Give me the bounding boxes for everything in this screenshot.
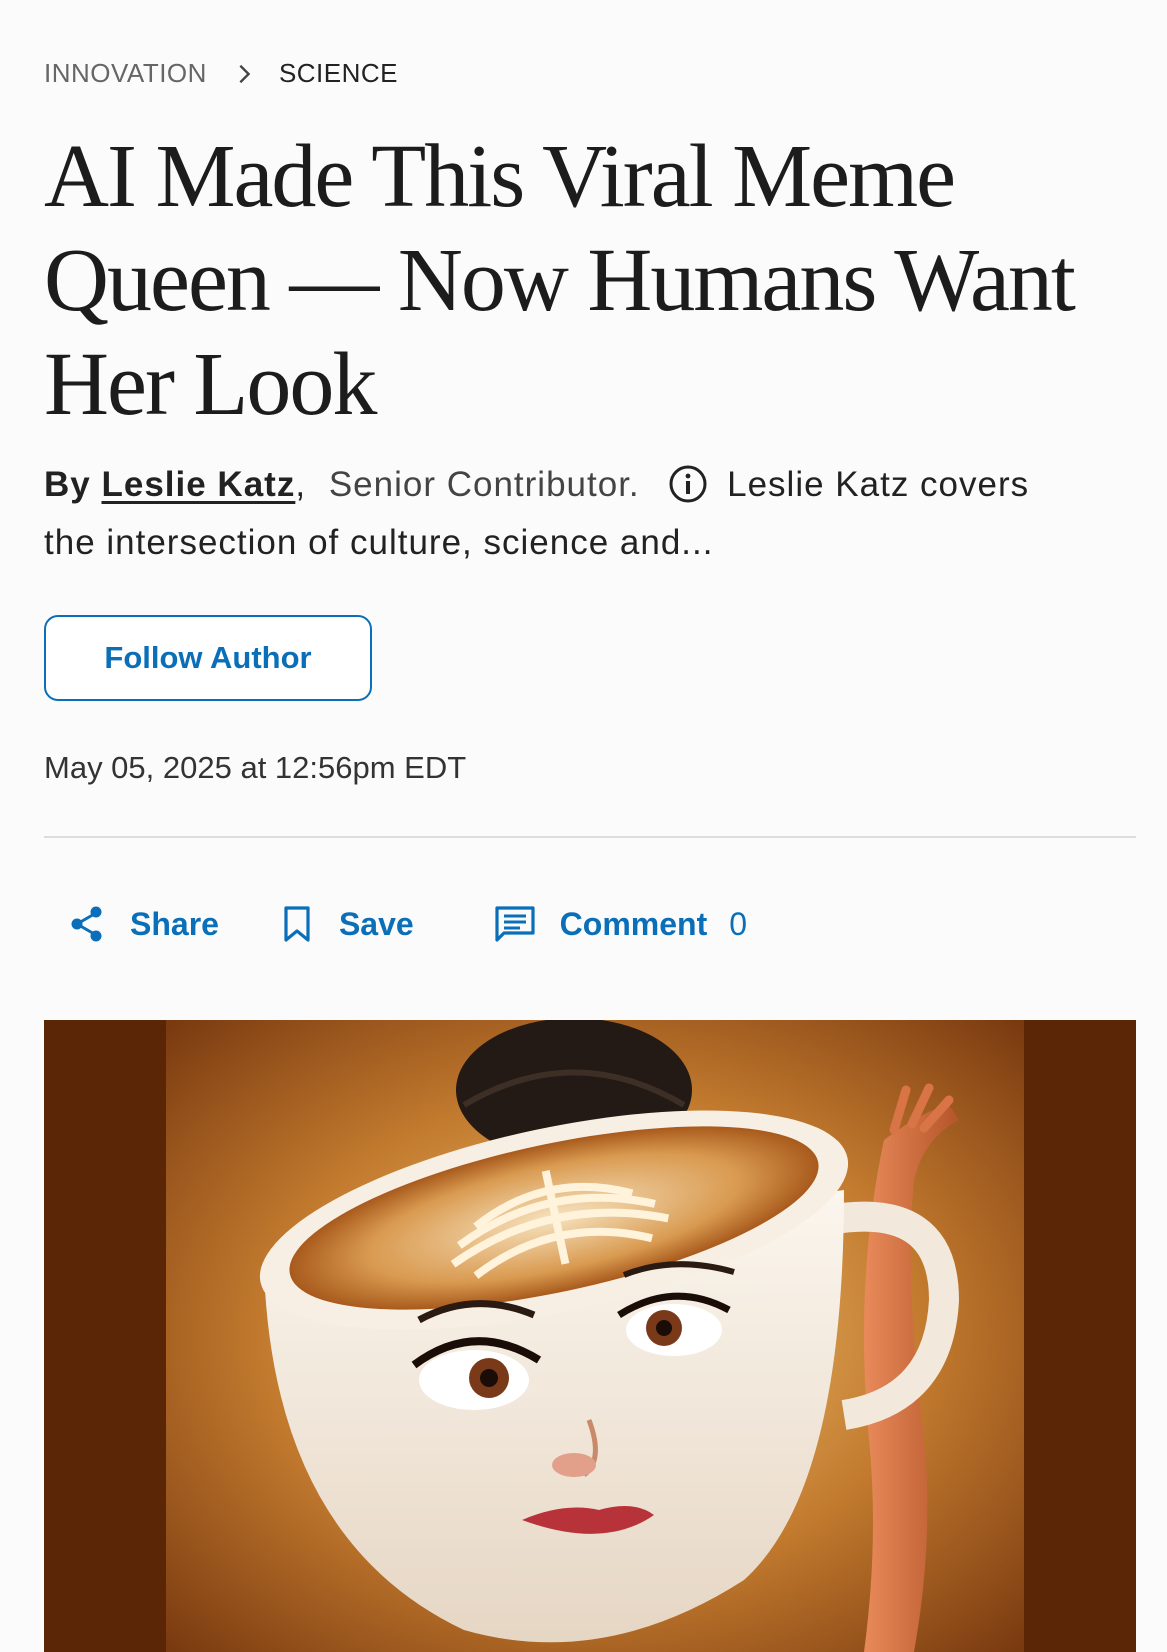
share-button[interactable]: Share [68, 905, 219, 943]
breadcrumb: INNOVATION SCIENCE [44, 58, 398, 89]
byline-prefix: By [44, 465, 91, 504]
follow-author-button[interactable]: Follow Author [44, 615, 372, 701]
article-headline: AI Made This Viral Meme Queen — Now Huma… [44, 127, 1076, 434]
coffee-cup-woman-illustration [44, 1020, 1136, 1652]
breadcrumb-innovation-link[interactable]: INNOVATION [44, 58, 207, 89]
byline: By Leslie Katz, Senior Contributor. Lesl… [44, 456, 1044, 572]
hero-image[interactable] [44, 1020, 1136, 1652]
byline-comma: , [295, 465, 307, 504]
comment-count: 0 [729, 905, 748, 942]
save-button[interactable]: Save [279, 905, 414, 943]
comment-icon [495, 906, 535, 942]
share-icon [71, 906, 102, 942]
chevron-right-icon [239, 64, 251, 83]
save-label: Save [338, 905, 414, 942]
comment-label: Comment [559, 905, 708, 942]
divider [44, 836, 1136, 838]
share-label: Share [130, 905, 219, 942]
comment-button[interactable]: Comment 0 [494, 905, 747, 943]
author-link[interactable]: Leslie Katz [101, 465, 295, 504]
info-icon[interactable] [668, 464, 708, 504]
breadcrumb-science-link[interactable]: SCIENCE [279, 58, 398, 89]
article-actions: Share Save Comment 0 [68, 905, 747, 943]
bookmark-icon [284, 906, 310, 942]
author-role: Senior Contributor. [328, 465, 640, 504]
publish-date: May 05, 2025 at 12:56pm EDT [44, 750, 467, 785]
